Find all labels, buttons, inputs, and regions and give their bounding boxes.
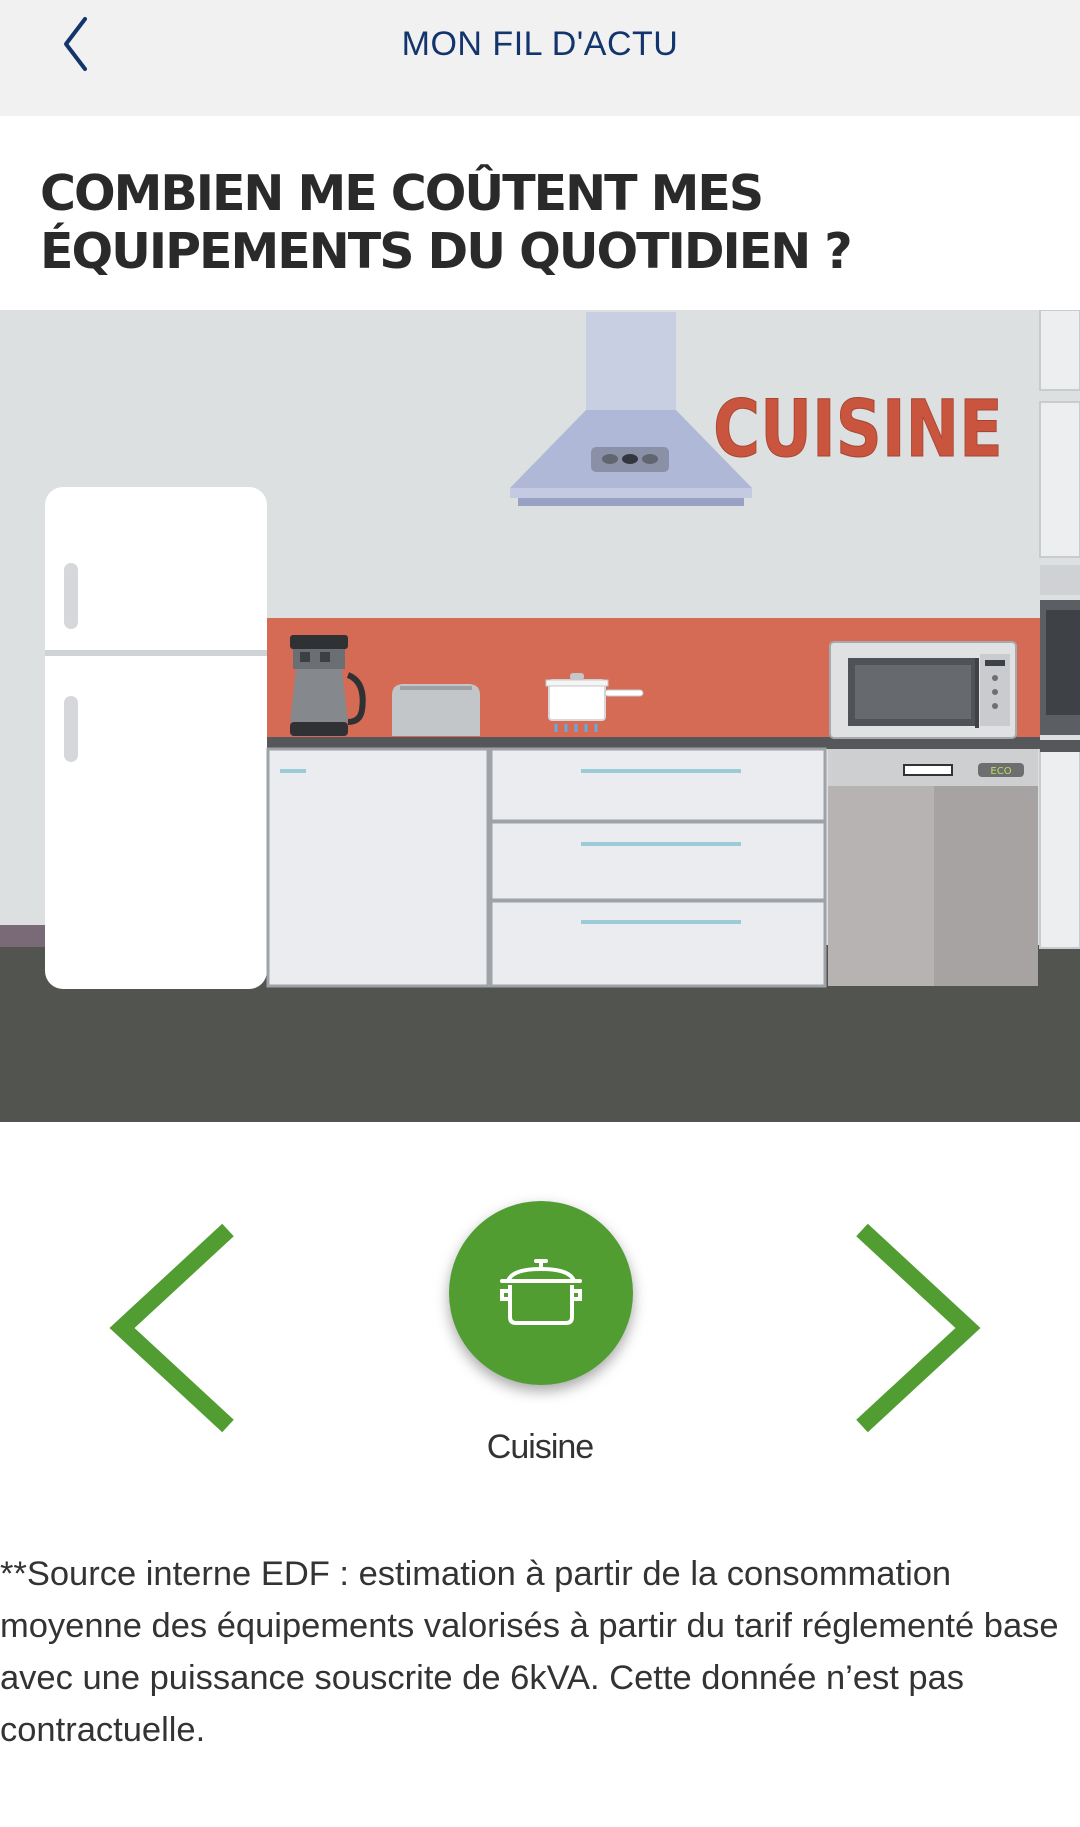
top-bar: MON FIL D'ACTU [0, 0, 1080, 116]
chevron-right-icon [856, 1223, 981, 1433]
article-title: COMBIEN ME COÛTENT MES ÉQUIPEMENTS DU QU… [40, 165, 853, 280]
source-footnote: **Source interne EDF : estimation à part… [0, 1555, 1059, 1749]
eco-badge: ECO [990, 766, 1011, 777]
category-label: Cuisine [486, 1428, 594, 1466]
page-title: MON FIL D'ACTU [401, 25, 679, 63]
previous-category-button[interactable] [100, 1218, 250, 1436]
cooking-pot-icon [500, 1259, 582, 1325]
next-category-button[interactable] [840, 1218, 990, 1436]
kitchen-illustration: CUISINE ECO [0, 310, 1080, 1122]
room-label: CUISINE [713, 384, 1003, 475]
category-button-cuisine[interactable] [449, 1201, 633, 1385]
chevron-left-icon [109, 1223, 234, 1433]
